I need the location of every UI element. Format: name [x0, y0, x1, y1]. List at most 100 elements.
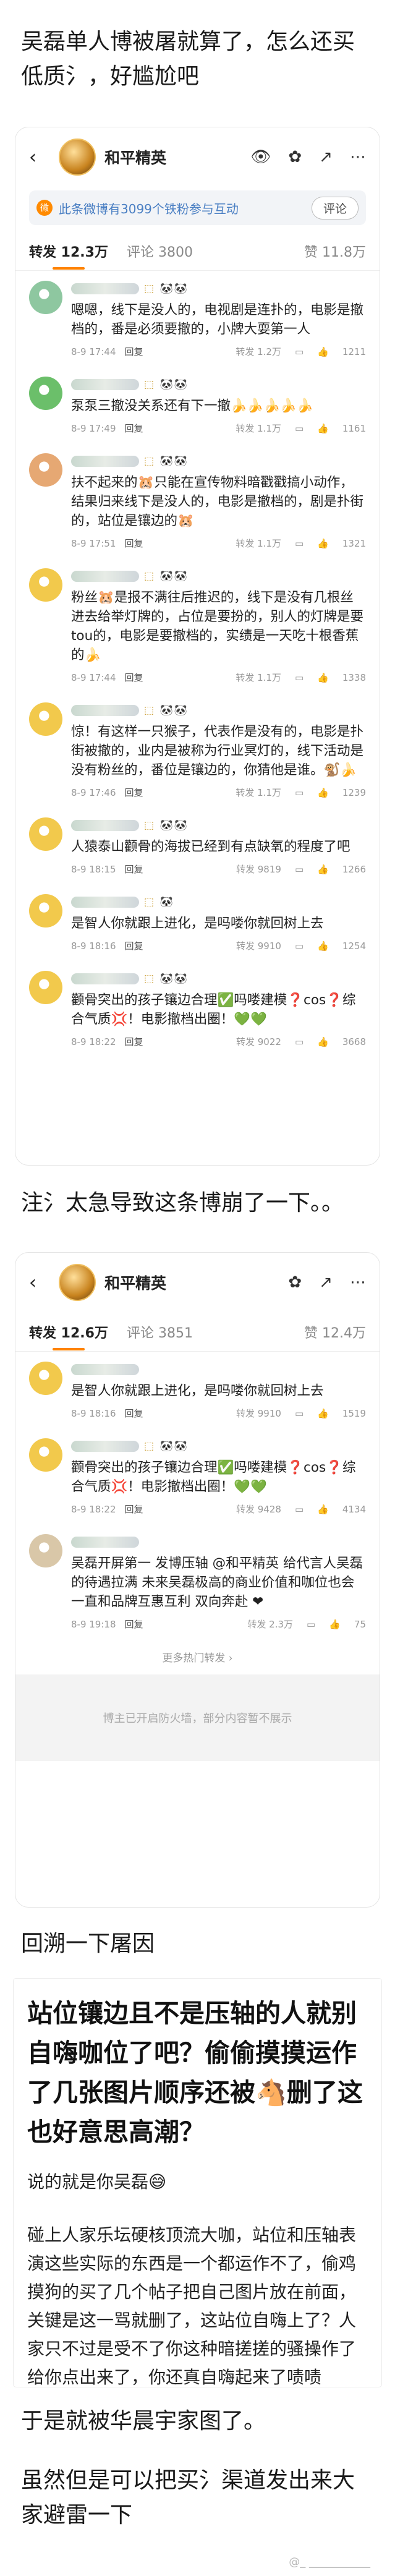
comment-icon[interactable]: ▭ [307, 1619, 315, 1630]
username-blurred[interactable] [71, 1537, 139, 1548]
username-blurred[interactable] [71, 283, 139, 294]
reply-link[interactable]: 回复 [125, 786, 143, 799]
comment-icon[interactable]: ▭ [295, 787, 304, 798]
flower-icon[interactable]: ✿ [288, 148, 302, 166]
repost-count[interactable]: 转发 2.3万 [247, 1618, 293, 1631]
like-count[interactable]: 1239 [342, 787, 366, 798]
repost-count[interactable]: 转发 9819 [236, 863, 281, 876]
more-icon[interactable]: ⋯ [350, 1273, 366, 1292]
like-count[interactable]: 1266 [342, 864, 366, 875]
repost-count[interactable]: 转发 9022 [236, 1035, 281, 1048]
comment-icon[interactable]: ▭ [295, 672, 304, 683]
like-count[interactable]: 3668 [342, 1036, 366, 1047]
repost-count[interactable]: 转发 9910 [236, 939, 281, 952]
share-icon[interactable]: ↗ [319, 148, 333, 166]
tab-likes[interactable]: 赞 12.4万 [304, 1322, 366, 1342]
avatar[interactable] [29, 702, 62, 736]
account-name[interactable]: 和平精英 [104, 146, 242, 168]
like-icon[interactable]: 👍 [317, 346, 329, 357]
like-icon[interactable]: 👍 [329, 1619, 341, 1630]
more-hot-reposts-link[interactable]: 更多热门转发 › [15, 1639, 380, 1674]
list-item[interactable]: ⬚ 🐼🐼 颧骨突出的孩子镶边合理✅吗喽建模❓cos❓综合气质💢！电影撤档出圈！💚… [15, 961, 380, 1057]
list-item[interactable]: ⬚ 🐼🐼 人猿泰山颧骨的海拔已经到有点缺氧的程度了吧 8-9 18:15 回复 … [15, 808, 380, 884]
comment-icon[interactable]: ▭ [295, 1504, 304, 1515]
like-icon[interactable]: 👍 [317, 787, 329, 798]
comment-icon[interactable]: ▭ [295, 940, 304, 952]
back-icon[interactable]: ‹ [29, 1272, 50, 1294]
like-count[interactable]: 1254 [342, 940, 366, 952]
list-item[interactable]: ⬚ 🐼 是智人你就跟上进化，是吗喽你就回树上去 8-9 18:16 回复 转发 … [15, 884, 380, 961]
comment-icon[interactable]: ▭ [295, 538, 304, 549]
reply-link[interactable]: 回复 [125, 1503, 143, 1516]
avatar[interactable] [29, 971, 62, 1004]
username-blurred[interactable] [71, 1364, 139, 1375]
reply-link[interactable]: 回复 [125, 1407, 143, 1420]
repost-count[interactable]: 转发 1.2万 [236, 345, 281, 358]
like-count[interactable]: 1161 [342, 423, 366, 434]
account-name[interactable]: 和平精英 [104, 1271, 279, 1294]
avatar[interactable] [29, 281, 62, 314]
reply-link[interactable]: 回复 [125, 939, 143, 952]
repost-count[interactable]: 转发 1.1万 [236, 422, 281, 435]
like-count[interactable]: 4134 [342, 1504, 366, 1515]
like-icon[interactable]: 👍 [317, 1408, 329, 1419]
reply-link[interactable]: 回复 [125, 537, 143, 550]
username-blurred[interactable] [71, 1441, 139, 1452]
username-blurred[interactable] [71, 973, 139, 984]
like-icon[interactable]: 👍 [317, 864, 329, 875]
comment-icon[interactable]: ▭ [295, 1036, 304, 1047]
back-icon[interactable]: ‹ [29, 147, 50, 168]
username-blurred[interactable] [71, 897, 139, 908]
reply-link[interactable]: 回复 [125, 1618, 143, 1631]
avatar[interactable] [59, 139, 96, 176]
like-icon[interactable]: 👍 [317, 538, 329, 549]
list-item[interactable]: ⬚ 🐼🐼 粉丝🐹是报不满往后推迟的，线下是没有几根丝进去给举灯牌的，占位是要扮的… [15, 558, 380, 693]
username-blurred[interactable] [71, 820, 139, 831]
like-icon[interactable]: 👍 [317, 1036, 329, 1047]
list-item[interactable]: 吴磊开屏第一 发博压轴 @和平精英 给代言人吴磊的待遇拉满 未来吴磊极高的商业价… [15, 1524, 380, 1639]
avatar[interactable] [29, 568, 62, 602]
like-count[interactable]: 1519 [342, 1408, 366, 1419]
list-item[interactable]: 是智人你就跟上进化，是吗喽你就回树上去 8-9 18:16 回复 转发 9910… [15, 1352, 380, 1428]
list-item[interactable]: ⬚ 🐼🐼 泵泵三撤没关系还有下一撤🍌🍌🍌🍌🍌 8-9 17:49 回复 转发 1… [15, 367, 380, 443]
tab-comment[interactable]: 评论 3851 [127, 1322, 193, 1342]
repost-count[interactable]: 转发 9428 [236, 1503, 281, 1516]
repost-count[interactable]: 转发 1.1万 [236, 786, 281, 799]
list-item[interactable]: ⬚ 🐼🐼 惊！有这样一只猴子，代表作是没有的，电影是扑街被撤的，业内是被称为行业… [15, 693, 380, 808]
like-count[interactable]: 1321 [342, 538, 366, 549]
repost-count[interactable]: 转发 1.1万 [236, 537, 281, 550]
comment-icon[interactable]: ▭ [295, 1408, 304, 1419]
tab-repost[interactable]: 转发 12.3万 [29, 241, 108, 270]
like-icon[interactable]: 👍 [317, 1504, 329, 1515]
repost-count[interactable]: 转发 1.1万 [236, 671, 281, 684]
like-count[interactable]: 1211 [342, 346, 366, 357]
reply-link[interactable]: 回复 [125, 863, 143, 876]
username-blurred[interactable] [71, 571, 139, 582]
like-count[interactable]: 75 [354, 1619, 366, 1630]
avatar[interactable] [29, 1362, 62, 1395]
username-blurred[interactable] [71, 379, 139, 390]
tab-repost[interactable]: 转发 12.6万 [29, 1322, 108, 1350]
like-icon[interactable]: 👍 [317, 672, 329, 683]
avatar[interactable] [59, 1264, 96, 1301]
avatar[interactable] [29, 377, 62, 410]
list-item[interactable]: ⬚ 🐼🐼 颧骨突出的孩子镶边合理✅吗喽建模❓cos❓综合气质💢！电影撤档出圈！💚… [15, 1428, 380, 1524]
avatar[interactable] [29, 894, 62, 928]
reply-link[interactable]: 回复 [125, 671, 143, 684]
avatar[interactable] [29, 1438, 62, 1472]
comment-icon[interactable]: ▭ [295, 423, 304, 434]
list-item[interactable]: ⬚ 🐼🐼 嗯嗯，线下是没人的，电视剧是连扑的，电影是撤档的，番是必须要撤的，小牌… [15, 271, 380, 367]
more-icon[interactable]: ⋯ [350, 148, 366, 166]
avatar[interactable] [29, 453, 62, 487]
list-item[interactable]: ⬚ 🐼🐼 扶不起来的🐹只能在宣传物料暗戳戳搞小动作，结果归来线下是没人的，电影是… [15, 443, 380, 558]
share-icon[interactable]: ↗ [319, 1273, 333, 1292]
username-blurred[interactable] [71, 456, 139, 467]
eye-icon[interactable]: 👁 [250, 148, 271, 166]
like-count[interactable]: 1338 [342, 672, 366, 683]
repost-count[interactable]: 转发 9910 [236, 1407, 281, 1420]
like-icon[interactable]: 👍 [317, 940, 329, 952]
like-icon[interactable]: 👍 [317, 423, 329, 434]
reply-link[interactable]: 回复 [125, 422, 143, 435]
comment-icon[interactable]: ▭ [295, 864, 304, 875]
comment-icon[interactable]: ▭ [295, 346, 304, 357]
